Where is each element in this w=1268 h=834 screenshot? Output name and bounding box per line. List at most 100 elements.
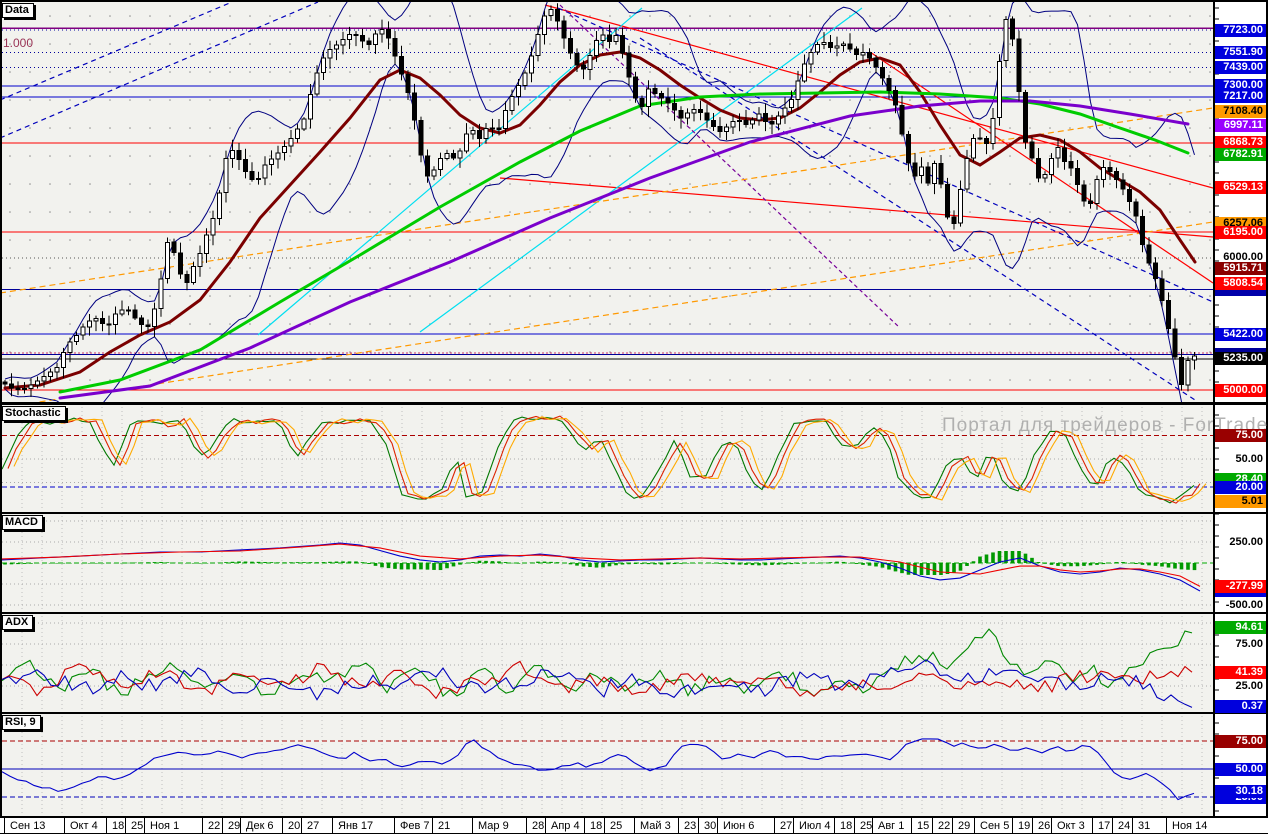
macd-scale-label: 250.00 [1215,536,1266,549]
x-axis-label: Янв 17 [338,819,373,833]
price-scale-label: 6997.11 [1215,119,1266,132]
time-axis-tick [64,818,65,833]
time-axis-tick [793,818,794,833]
time-axis-tick [472,818,473,833]
time-axis-tick [911,818,912,833]
x-axis-label: 27 [307,819,319,833]
panel-tab-stochastic[interactable]: Stochastic [2,406,66,421]
x-axis-label: Ноя 14 [1172,819,1207,833]
price-scale-label: 7723.00 [1215,24,1266,37]
price-scale-label: 6782.91 [1215,148,1266,161]
adx-scale-label: 41.39 [1215,666,1266,679]
time-axis[interactable]: Сен 13 Окт 4 18 25 Ноя 1 22 29 Дек 6 20 27 Янв 17 Ф… [0,818,1268,834]
price-scale-label: 7108.40 [1215,105,1266,118]
time-axis-tick [717,818,718,833]
price-scale-label: 5808.54 [1215,277,1266,290]
panel-tab-macd[interactable]: MACD [2,515,43,530]
x-axis-label: 25 [131,819,143,833]
time-axis-tick [584,818,585,833]
x-axis-label: 22 [208,819,220,833]
macd-scale-label: -277.99 [1215,580,1266,593]
x-axis-label: 23 [684,819,696,833]
time-axis-tick [1092,818,1093,833]
x-axis-label: 31 [1138,819,1150,833]
time-axis-tick [872,818,873,833]
x-axis-label: 25 [610,819,622,833]
rsi-scale-label: 75.00 [1215,735,1266,748]
x-axis-label: 28 [532,819,544,833]
x-axis-label: Сен 13 [10,819,45,833]
x-axis-label: Окт 4 [70,819,98,833]
x-axis-label: 29 [958,819,970,833]
fib-level-label: 1.000 [3,36,33,50]
time-axis-tick [634,818,635,833]
x-axis-label: Авг 1 [878,819,904,833]
adx-scale-label: 94.61 [1215,621,1266,634]
price-scale[interactable]: 7723.007551.907439.007300.007217.007108.… [1215,0,1268,818]
stochastic-scale-label: 5.01 [1215,495,1266,508]
time-axis-tick [106,818,107,833]
time-axis-tick [526,818,527,833]
panel-tab-data[interactable]: Data [2,3,34,18]
panel-tab-adx[interactable]: ADX [2,615,33,630]
price-scale-label: 5422.00 [1215,328,1266,341]
time-axis-tick [834,818,835,833]
time-axis-tick [774,818,775,833]
price-scale-label: 5000.00 [1215,384,1266,397]
price-scale-label: 7551.90 [1215,46,1266,59]
time-axis-tick [4,818,5,833]
adx-scale-label: 75.00 [1215,638,1266,651]
x-axis-label: 18 [840,819,852,833]
time-axis-tick [202,818,203,833]
time-axis-tick [301,818,302,833]
stochastic-scale-label: 20.00 [1215,481,1266,494]
price-scale-label: 6529.13 [1215,181,1266,194]
time-axis-tick [698,818,699,833]
panel-tab-rsi[interactable]: RSI, 9 [2,715,41,730]
time-axis-tick [222,818,223,833]
x-axis-label: 26 [1038,819,1050,833]
x-axis-label: Фев 7 [400,819,430,833]
x-axis-label: 21 [438,819,450,833]
x-axis-label: 27 [780,819,792,833]
x-axis-label: 25 [860,819,872,833]
stochastic-scale-label: 75.00 [1215,429,1266,442]
time-axis-tick [332,818,333,833]
time-axis-tick [144,818,145,833]
macd-scale-label: -500.00 [1215,599,1266,612]
time-axis-tick [1112,818,1113,833]
x-axis-label: 19 [1018,819,1030,833]
stochastic-scale-label: 50.00 [1215,453,1266,466]
rsi-scale-label: 30.18 [1215,785,1266,798]
time-axis-tick [394,818,395,833]
x-axis-label: 30 [704,819,716,833]
x-axis-label: Дек 6 [246,819,274,833]
rsi-scale-label: 50.00 [1215,763,1266,776]
price-scale-label: 5235.00 [1215,352,1266,365]
x-axis-label: 20 [288,819,300,833]
x-axis-label: 24 [1118,819,1130,833]
x-axis-label: 22 [938,819,950,833]
time-axis-tick [932,818,933,833]
adx-scale-label: 25.00 [1215,680,1266,693]
price-scale-label: 6195.00 [1215,226,1266,239]
time-axis-tick [1032,818,1033,833]
x-axis-label: Сен 5 [980,819,1009,833]
x-axis-label: Окт 3 [1057,819,1085,833]
time-axis-tick [678,818,679,833]
trading-chart-window: Data Stochastic MACD ADX RSI, 9 1.000 По… [0,0,1268,834]
x-axis-label: Ноя 1 [150,819,179,833]
x-axis-label: 29 [228,819,240,833]
x-axis-label: Мар 9 [478,819,509,833]
time-axis-tick [952,818,953,833]
time-axis-tick [125,818,126,833]
x-axis-label: 18 [590,819,602,833]
x-axis-label: 18 [112,819,124,833]
time-axis-tick [1132,818,1133,833]
price-scale-label: 7439.00 [1215,61,1266,74]
time-axis-tick [545,818,546,833]
x-axis-label: Июл 4 [799,819,831,833]
x-axis-label: Апр 4 [551,819,580,833]
time-axis-tick [240,818,241,833]
x-axis-label: Май 3 [640,819,671,833]
